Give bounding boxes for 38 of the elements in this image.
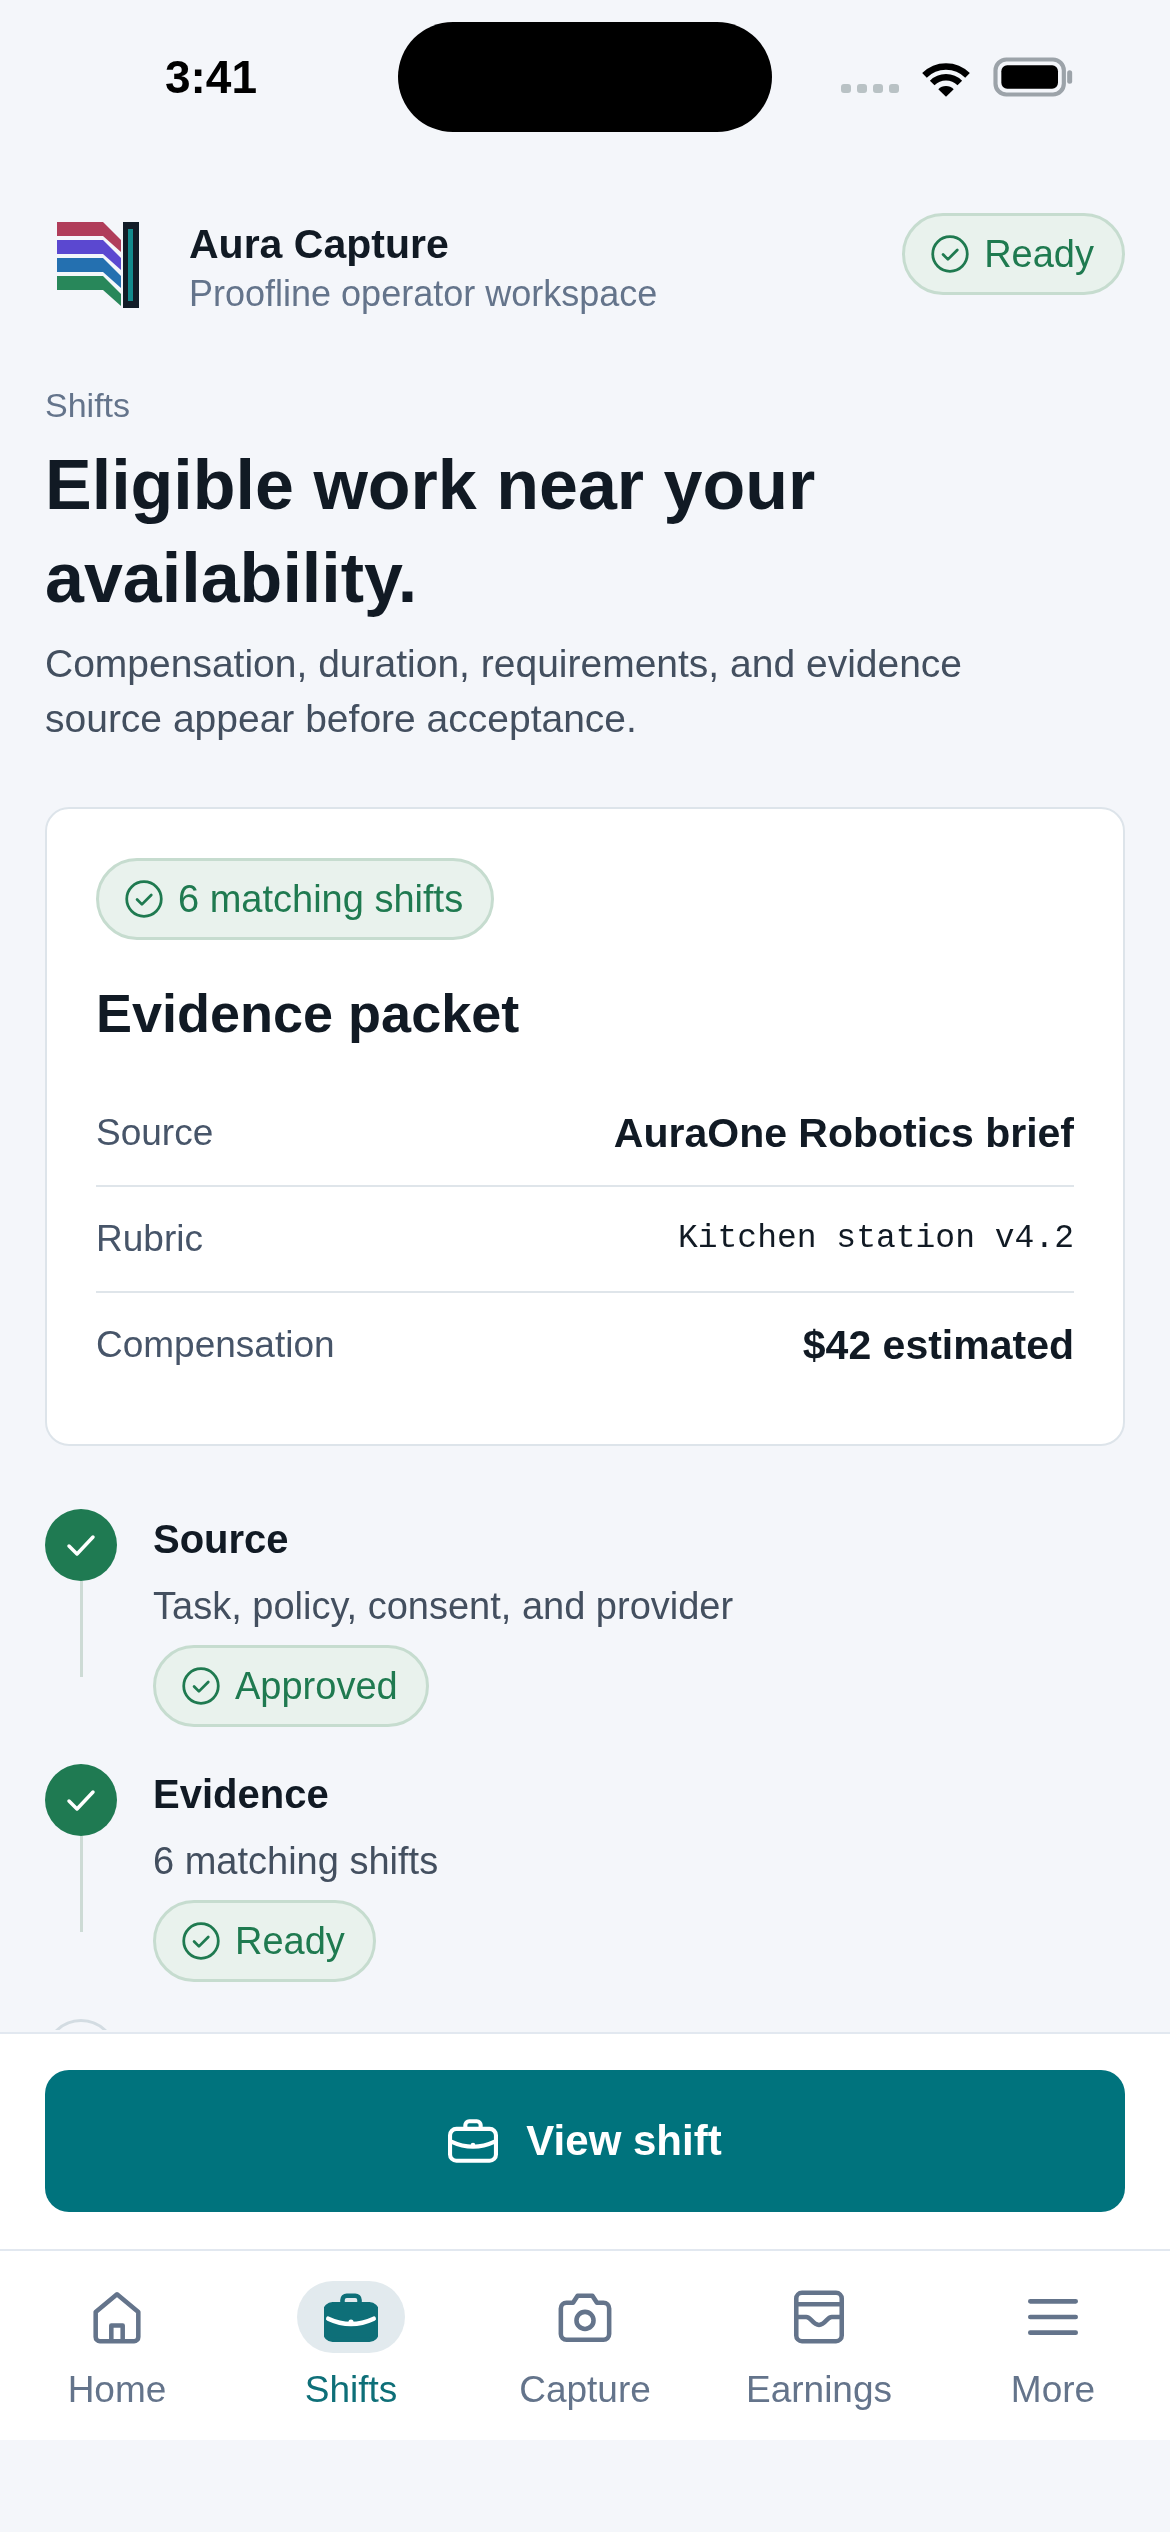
step-status: Approved xyxy=(235,1664,398,1709)
row-value: Kitchen station v4.2 xyxy=(677,1219,1074,1259)
app-subtitle: Proofline operator workspace xyxy=(189,272,659,316)
page-description: Compensation, duration, requirements, and evidence source appear before acceptance. xyxy=(45,641,964,742)
page-title: Eligible work near your availability. xyxy=(45,445,817,619)
nav-tab[interactable]: Earnings xyxy=(746,2281,892,2413)
status-text: Ready xyxy=(984,232,1094,277)
nav-tab[interactable]: Home xyxy=(63,2281,171,2413)
row-label: Source xyxy=(96,1111,214,1155)
step-description: Task, policy, consent, and provider xyxy=(153,1584,735,1629)
row-label: Rubric xyxy=(96,1217,203,1261)
wallet-icon xyxy=(792,2290,846,2344)
row-label: Compensation xyxy=(96,1323,335,1367)
nav-tab[interactable]: Shifts xyxy=(297,2281,405,2413)
step-title: Source xyxy=(153,1516,290,1563)
section-label: Shifts xyxy=(45,385,132,426)
status-time: 3:41 xyxy=(164,50,258,105)
check-circle-icon xyxy=(931,235,970,273)
card-title: Evidence packet xyxy=(96,982,521,1045)
row-value: $42 estimated xyxy=(802,1321,1074,1369)
nav-tab[interactable]: Capture xyxy=(519,2281,651,2413)
row-value: AuraOne Robotics brief xyxy=(613,1109,1074,1157)
check-circle-icon xyxy=(182,1922,220,1960)
battery-icon xyxy=(993,57,1073,97)
step-status: Ready xyxy=(235,1919,345,1964)
home-icon xyxy=(90,2290,144,2344)
nav-tab[interactable]: More xyxy=(999,2281,1107,2413)
wifi-icon xyxy=(921,62,971,98)
view-shift-button[interactable]: View shift xyxy=(45,2070,1125,2212)
app-name: Aura Capture xyxy=(189,220,450,268)
match-count: 6 matching shifts xyxy=(178,877,464,922)
signal-dots-icon xyxy=(841,82,899,94)
step-description: 6 matching shifts xyxy=(153,1839,440,1884)
check-circle-icon xyxy=(125,880,163,918)
check-circle-icon xyxy=(182,1667,220,1705)
step-title: Evidence xyxy=(153,1771,330,1818)
camera-icon xyxy=(558,2290,612,2344)
briefcase-icon xyxy=(448,2119,499,2163)
